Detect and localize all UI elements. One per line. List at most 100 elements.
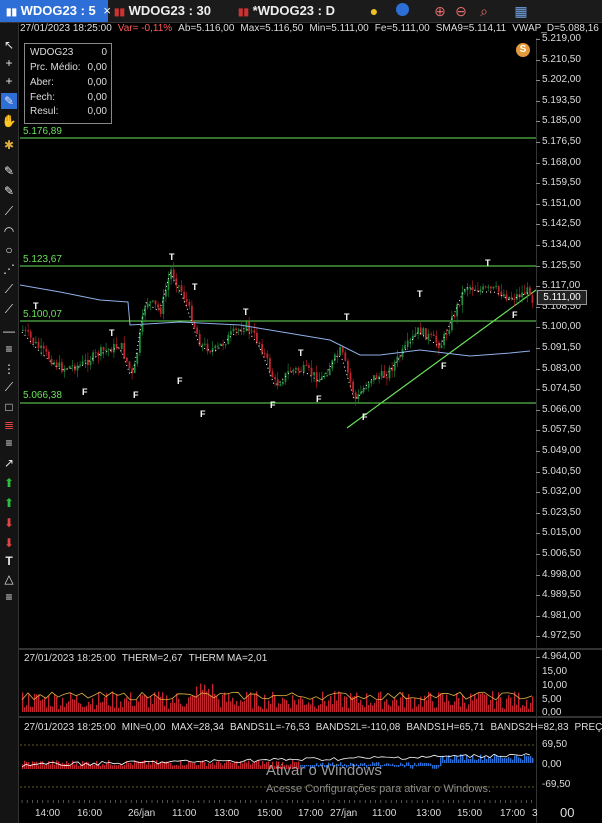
therm-bar [330, 695, 332, 712]
candle [94, 352, 97, 354]
price-axis-label: 5.134,00 [542, 239, 581, 250]
candle [175, 278, 178, 286]
signal-marker: T [109, 328, 115, 338]
bands-bar [218, 760, 220, 769]
time-label: 11:00 [372, 808, 397, 819]
infobox-symbol: WDOG23 [30, 47, 74, 58]
therm-bar [50, 706, 52, 712]
candle [89, 361, 92, 366]
bands-bar [40, 761, 42, 769]
candle [237, 329, 240, 331]
price-axis-tick [536, 286, 540, 288]
price-axis-label: 5.066,00 [542, 403, 581, 415]
bands-bar [64, 763, 66, 769]
therm-bar [62, 697, 64, 712]
therm-bar [388, 704, 390, 712]
bands-bar [34, 762, 36, 769]
bands-bar [174, 765, 176, 769]
candle [347, 360, 349, 373]
therm-bar [464, 702, 466, 712]
candle [360, 392, 362, 395]
price-axis-tick [536, 409, 540, 411]
bands-bar [454, 755, 456, 763]
price-axis-tick [536, 636, 540, 638]
therm-bar [412, 708, 414, 712]
therm-bar [296, 704, 298, 712]
price-axis-tick [536, 657, 540, 658]
therm-bar [326, 705, 328, 712]
therm-bar [382, 708, 384, 712]
bands-bar [194, 762, 196, 769]
therm-bar [212, 683, 214, 712]
therm-bar [246, 692, 248, 712]
candle [287, 371, 289, 373]
therm-bar [90, 704, 92, 712]
therm-bar [108, 705, 110, 712]
candle [456, 304, 458, 317]
therm-bar [58, 708, 60, 712]
therm-bar [134, 705, 136, 712]
time-label: 11:00 [172, 808, 197, 819]
bands-bar [474, 759, 476, 763]
bands-bar [532, 757, 534, 763]
signal-marker: F [133, 390, 139, 400]
bands-bar [408, 762, 410, 766]
therm-bar [150, 695, 152, 712]
candle [263, 352, 266, 354]
bands-bar [162, 762, 164, 769]
candle [149, 301, 152, 304]
therm-bar [252, 708, 254, 712]
therm-bar [488, 704, 490, 712]
bands-bar [488, 757, 490, 763]
panel-separator[interactable] [18, 648, 602, 650]
bands-bar [416, 765, 418, 767]
bands-bar [244, 761, 246, 769]
therm-bar [380, 691, 382, 712]
therm-bar [260, 706, 262, 712]
bands-bar [94, 764, 96, 769]
candle [253, 330, 256, 333]
therm-bar [244, 700, 246, 712]
candle [224, 344, 227, 346]
therm-bar [406, 697, 408, 712]
candle [185, 298, 188, 302]
therm-bar [254, 694, 256, 712]
candle [344, 352, 347, 361]
candle [313, 372, 315, 376]
bands-bar [518, 757, 520, 763]
bands-bar [516, 755, 518, 763]
candle [523, 292, 526, 295]
signal-marker: T [298, 348, 304, 358]
therm-bar [390, 706, 392, 712]
bands-bar [452, 759, 454, 763]
panel-separator[interactable] [18, 716, 602, 718]
therm-bar [458, 698, 460, 712]
bands-min: MIN=0,00 [121, 722, 166, 733]
therm-bar [272, 691, 274, 712]
therm-bar [286, 700, 288, 712]
candle [24, 329, 27, 331]
signal-marker: F [441, 361, 447, 371]
bands-bar [184, 765, 186, 769]
bands-bar [90, 765, 92, 769]
therm-bar [178, 698, 180, 712]
bands-bar [470, 758, 472, 763]
therm-bar [342, 706, 344, 712]
price-axis-tick [536, 224, 540, 226]
price-axis-label: 5.125,50 [542, 259, 581, 271]
price-axis-tick [536, 121, 540, 123]
price-axis-tick [536, 471, 540, 473]
time-label: 27/jan [330, 808, 358, 819]
time-label: 00 [560, 805, 575, 820]
candle [32, 337, 35, 344]
price-axis-tick [536, 615, 540, 617]
therm-bar [284, 699, 286, 712]
candle [84, 359, 87, 362]
bands-bar [530, 755, 532, 763]
candle [139, 332, 141, 353]
time-label: 15:00 [257, 808, 283, 819]
coin-icon[interactable]: S [516, 43, 530, 57]
therm-bar [188, 697, 190, 712]
therm-bar [228, 694, 230, 712]
bands-bar [506, 758, 508, 763]
